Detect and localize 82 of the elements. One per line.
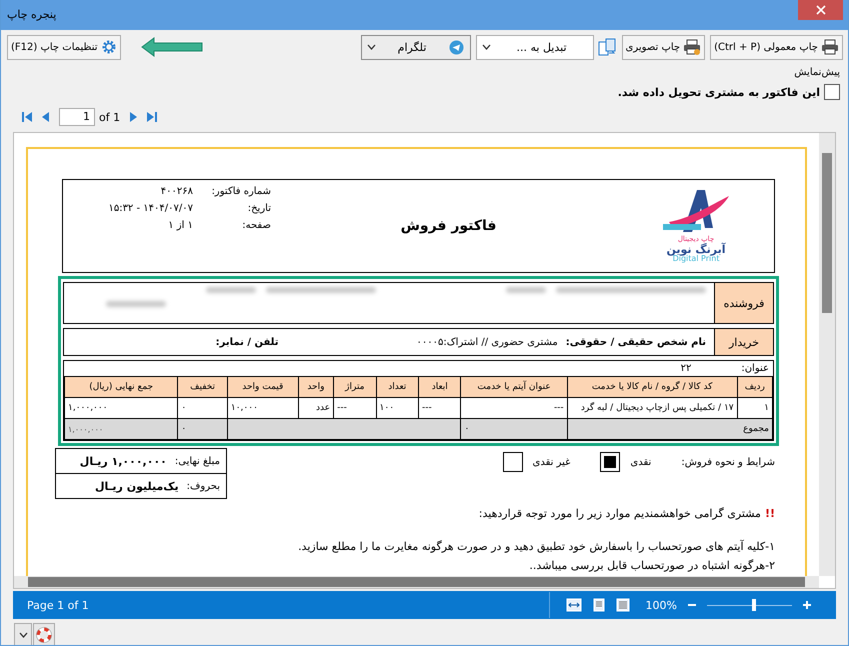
paper-plane-icon bbox=[448, 40, 464, 54]
gear-icon bbox=[100, 39, 117, 55]
single-page-icon[interactable] bbox=[592, 598, 606, 612]
printer-icon bbox=[821, 39, 839, 55]
next-page-icon[interactable] bbox=[128, 111, 138, 123]
amount-value: ۱,۰۰۰,۰۰۰ ریـال bbox=[80, 454, 167, 468]
print-settings-button[interactable]: تنظیمات چاپ (F12) bbox=[7, 34, 121, 60]
first-page-icon[interactable] bbox=[21, 111, 33, 123]
info-label: شماره فاکتور: bbox=[210, 186, 271, 197]
field-label: عنوان: bbox=[741, 363, 769, 374]
amount-in-words: یک‌میلیون ریـال bbox=[94, 480, 179, 492]
field-value: مشتری حضوری // اشتراک:۰۰۰۰۵ bbox=[416, 336, 558, 348]
printer-icon bbox=[683, 39, 702, 55]
info-value: ۱۴۰۴/۰۷/۰۷ - ۱۵:۳۲ bbox=[108, 203, 193, 214]
party-label: خریدار bbox=[714, 329, 773, 355]
zoom-in-icon[interactable] bbox=[802, 600, 812, 610]
vertical-scrollbar[interactable] bbox=[819, 133, 835, 576]
party-label: فروشنده bbox=[714, 283, 773, 323]
convert-dropdown[interactable]: تبدیل به ... bbox=[476, 34, 594, 60]
share-dropdown[interactable]: تلگرام bbox=[360, 34, 471, 60]
option-label: غیر نقدی bbox=[532, 456, 570, 468]
page-count-label: of 1 bbox=[99, 110, 120, 124]
previous-page-icon[interactable] bbox=[41, 111, 51, 123]
field-label: مبلغ نهایی: bbox=[174, 456, 220, 466]
field-label: بحروف: bbox=[186, 480, 220, 492]
checkbox-label: این فاکتور به مشتری تحویل داده شد. bbox=[618, 86, 820, 98]
last-page-icon[interactable] bbox=[146, 111, 158, 123]
caret-icon bbox=[366, 44, 376, 50]
table-cell: ۰ bbox=[178, 418, 228, 440]
blurred-text bbox=[106, 301, 166, 307]
slider-thumb[interactable] bbox=[752, 599, 756, 611]
delivered-checkbox[interactable] bbox=[824, 84, 840, 100]
multi-page-icon[interactable] bbox=[616, 598, 630, 612]
close-button[interactable] bbox=[798, 0, 843, 20]
field-value: ۲۲ bbox=[680, 363, 692, 374]
caret-icon bbox=[482, 44, 491, 50]
payment-label: شرایط و نحوه فروش: bbox=[681, 456, 775, 468]
column-header: متراژ bbox=[334, 376, 376, 398]
table-cell: ۱,۰۰۰,۰۰۰ bbox=[64, 418, 178, 440]
payment-checkbox[interactable] bbox=[502, 452, 523, 472]
caret-icon bbox=[18, 632, 28, 638]
column-header: ردیف bbox=[737, 376, 772, 398]
blurred-text bbox=[206, 287, 256, 293]
payment-checkbox[interactable] bbox=[600, 452, 620, 472]
page-status: Page 1 of 1 bbox=[27, 598, 89, 612]
page-number-field[interactable]: 1 bbox=[59, 108, 95, 126]
field-label: نام شخص حقیقی / حقوقی: bbox=[566, 336, 706, 348]
help-button[interactable] bbox=[33, 623, 55, 645]
option-label: نقدی bbox=[630, 456, 652, 468]
window-title: پنجره چاپ bbox=[7, 8, 56, 21]
convert-icon bbox=[596, 37, 617, 57]
dropdown-button[interactable] bbox=[14, 623, 32, 645]
horizontal-scrollbar[interactable] bbox=[14, 576, 819, 588]
table-cell: ۰ bbox=[460, 418, 568, 440]
column-header: تخفیف bbox=[178, 376, 228, 398]
field-label: تلفن / نمابر: bbox=[216, 336, 278, 348]
preview-label: پیش‌نمایش bbox=[794, 67, 840, 78]
column-header: عنوان آیتم یا خدمت bbox=[460, 376, 568, 398]
note-text: مشتری گرامی خواهشمندیم موارد زیر را مورد توجه قراردهید: bbox=[478, 507, 761, 520]
zoom-level: 100% bbox=[646, 598, 677, 612]
table-cell: مجموع bbox=[567, 418, 772, 440]
column-header: قیمت واحد bbox=[227, 376, 298, 398]
image-print-button[interactable]: چاپ تصویری bbox=[622, 34, 706, 60]
lifebuoy-icon bbox=[36, 627, 52, 643]
print-button[interactable]: چاپ معمولی (Ctrl + P) bbox=[710, 34, 843, 60]
invoice-title: فاکتور فروش bbox=[400, 218, 496, 234]
note-text: ۲-هرگونه اشتباه در صورتحساب قابل بررسی میباشد.. bbox=[529, 559, 775, 572]
note-text: ۱-کلیه آیتم های صورتحساب را باسفارش خود تطبیق دهید و در صورت هرگونه مغایرت ما را مطلع سازید. bbox=[298, 540, 775, 553]
alert-mark: !! bbox=[764, 507, 775, 520]
column-header: تعداد bbox=[376, 376, 419, 398]
column-header: کد کالا / گروه / نام کالا یا خدمت bbox=[567, 376, 738, 398]
page-width-icon[interactable] bbox=[566, 598, 582, 612]
info-label: صفحه: bbox=[241, 220, 271, 231]
info-value: ۱ از ۱ bbox=[168, 220, 193, 231]
column-header: ابعاد bbox=[418, 376, 461, 398]
info-value: ۴۰۰۲۶۸ bbox=[160, 186, 193, 197]
info-label: تاریخ: bbox=[246, 203, 271, 214]
column-header: جمع نهایی (ریال) bbox=[64, 376, 178, 398]
blurred-text bbox=[506, 287, 546, 293]
close-icon bbox=[816, 5, 826, 15]
arrow-icon bbox=[140, 36, 204, 58]
column-header: واحد bbox=[298, 376, 334, 398]
